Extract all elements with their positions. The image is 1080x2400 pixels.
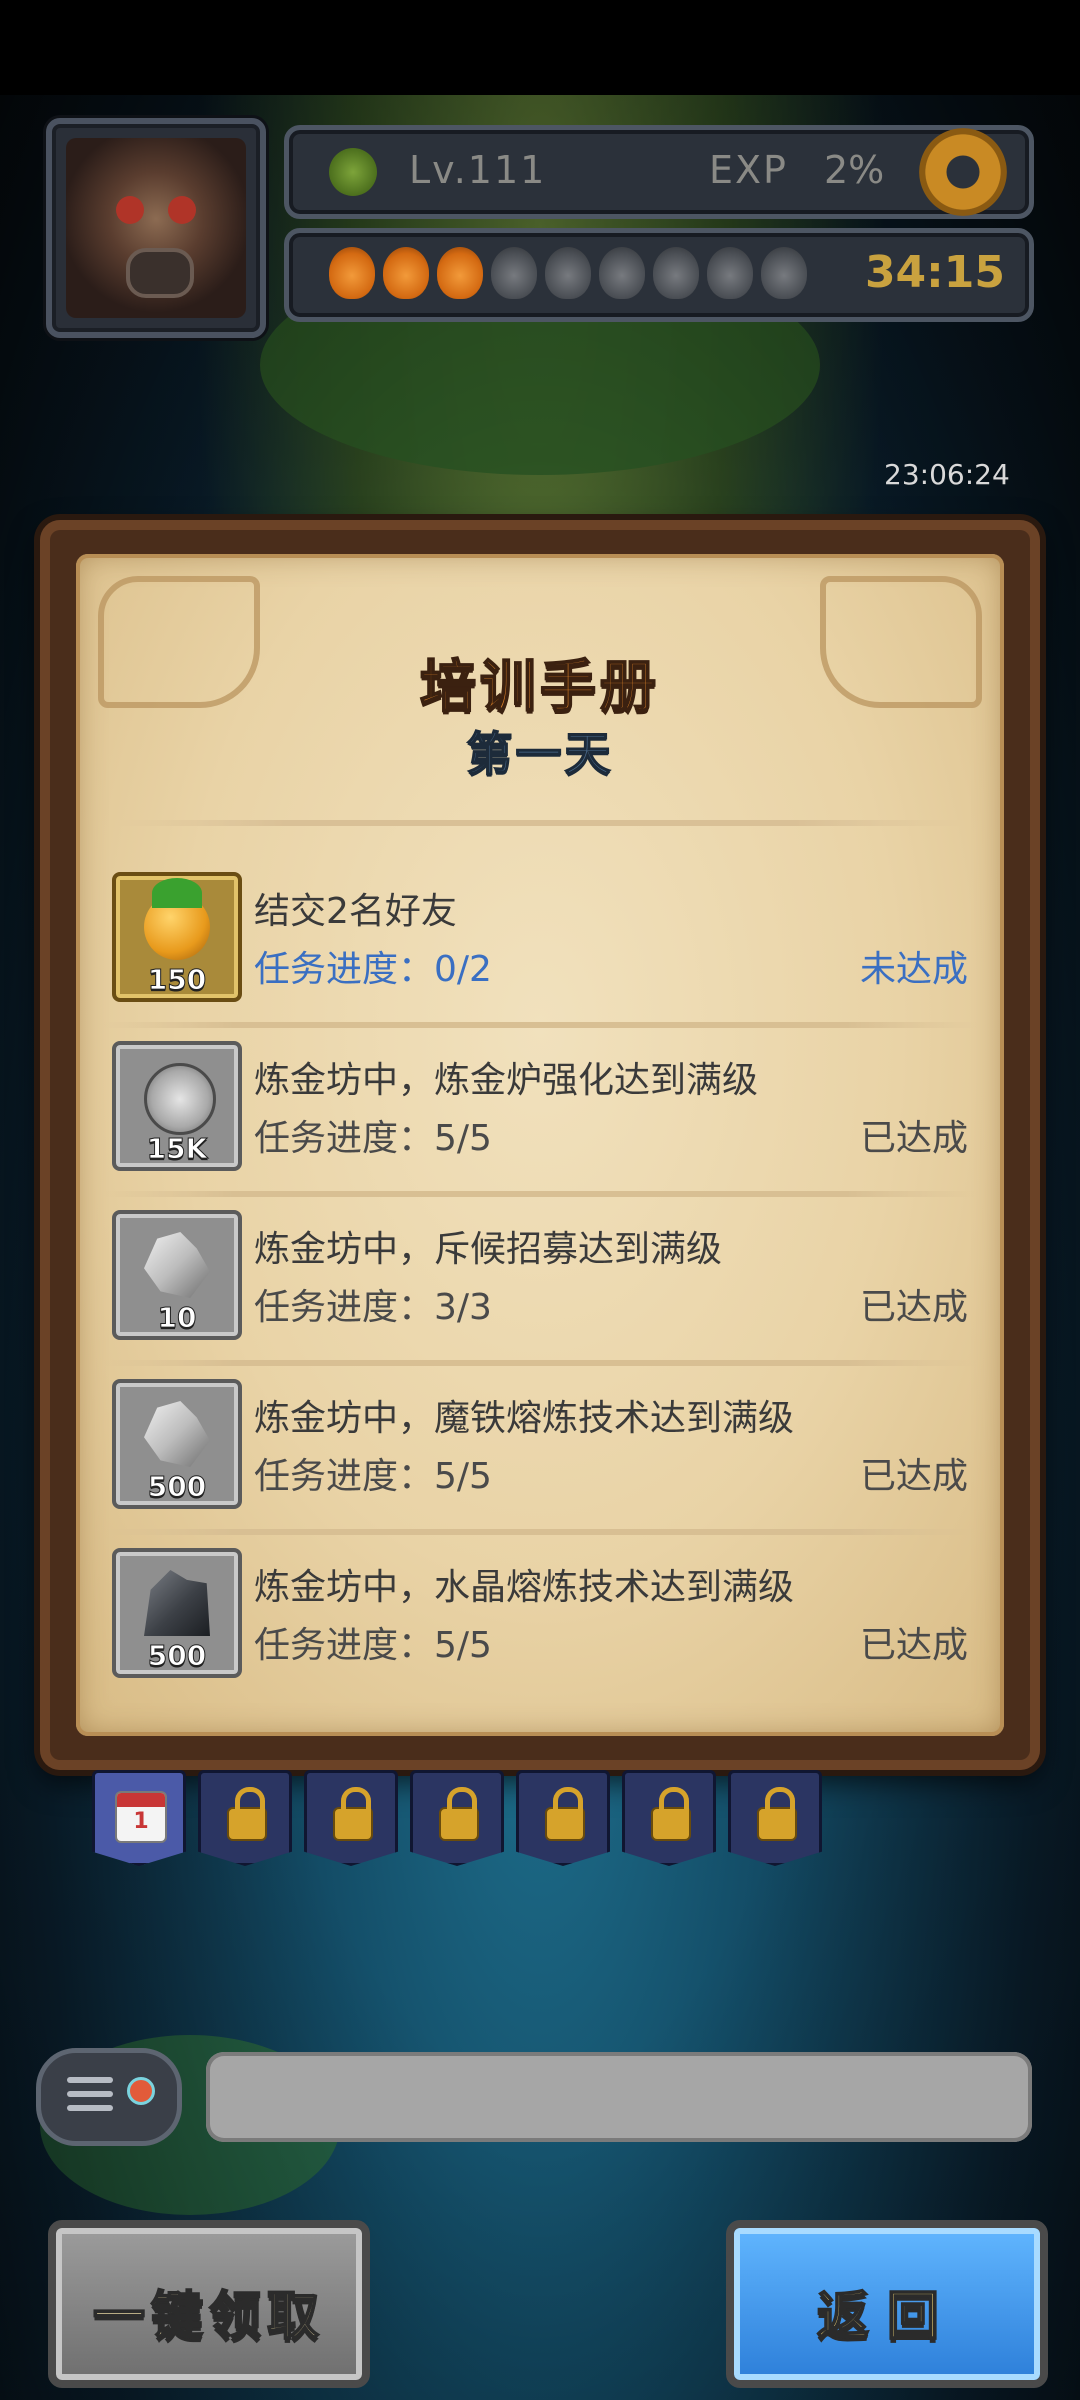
task-progress: 任务进度：5/5 bbox=[254, 1625, 492, 1666]
carrot-empty-icon bbox=[653, 247, 699, 299]
lock-icon bbox=[757, 1787, 797, 1841]
status-bar bbox=[0, 0, 1080, 95]
carrot-empty-icon bbox=[599, 247, 645, 299]
training-manual-dialog: 培训手册 第一天 150 结交2名好友 任务进度：0/2 未达成 15K 炼金坊… bbox=[40, 520, 1040, 1770]
carrot-empty-icon bbox=[545, 247, 591, 299]
task-status: 未达成 bbox=[859, 949, 968, 990]
task-row: 15K 炼金坊中，炼金炉强化达到满级 任务进度：5/5 已达成 bbox=[102, 1041, 978, 1197]
dialog-title: 培训手册 bbox=[419, 654, 660, 721]
golden-fruit-icon bbox=[144, 878, 210, 960]
reward-quantity: 15K bbox=[146, 1132, 208, 1166]
reward-quantity: 500 bbox=[147, 1470, 207, 1504]
chat-input-bar[interactable] bbox=[206, 2052, 1032, 2142]
carrot-full-icon bbox=[329, 247, 375, 299]
reward-quantity: 10 bbox=[157, 1301, 197, 1335]
task-status: 已达成 bbox=[859, 1287, 968, 1328]
level-text: Lv.111 bbox=[409, 148, 547, 192]
reward-quantity: 150 bbox=[147, 963, 207, 997]
day-tab-locked[interactable] bbox=[304, 1770, 398, 1866]
task-description: 炼金坊中，斥候招募达到满级 bbox=[254, 1229, 723, 1270]
dialog-subtitle: 第一天 bbox=[466, 726, 614, 782]
carrot-empty-icon bbox=[491, 247, 537, 299]
reward-slot[interactable]: 10 bbox=[112, 1210, 242, 1340]
energy-carrots bbox=[329, 247, 807, 299]
task-row: 150 结交2名好友 任务进度：0/2 未达成 bbox=[102, 872, 978, 1028]
back-label: 返回 bbox=[816, 2286, 957, 2348]
energy-bar: 34:15 bbox=[284, 228, 1034, 322]
reward-slot[interactable]: 15K bbox=[112, 1041, 242, 1171]
chat-button[interactable] bbox=[36, 2048, 182, 2146]
exp-label: EXP bbox=[709, 148, 788, 192]
chat-indicator-icon bbox=[127, 2077, 155, 2105]
day-tabs: 1 bbox=[92, 1770, 822, 1866]
lock-icon bbox=[651, 1787, 691, 1841]
task-status: 已达成 bbox=[859, 1456, 968, 1497]
task-row: 500 炼金坊中，水晶熔炼技术达到满级 任务进度：5/5 已达成 bbox=[112, 1548, 968, 1682]
task-description: 炼金坊中，水晶熔炼技术达到满级 bbox=[254, 1567, 795, 1608]
task-progress: 任务进度：5/5 bbox=[254, 1118, 492, 1159]
event-clock: 23:06:24 bbox=[884, 458, 1010, 491]
day-tab-locked[interactable] bbox=[410, 1770, 504, 1866]
task-description: 炼金坊中，炼金炉强化达到满级 bbox=[254, 1060, 759, 1101]
reward-quantity: 500 bbox=[147, 1639, 207, 1673]
carrot-empty-icon bbox=[761, 247, 807, 299]
crystal-ore-icon bbox=[144, 1401, 210, 1467]
reward-slot[interactable]: 150 bbox=[112, 872, 242, 1002]
lock-icon bbox=[545, 1787, 585, 1841]
energy-timer: 34:15 bbox=[864, 247, 1005, 298]
day-tab-locked[interactable] bbox=[622, 1770, 716, 1866]
task-progress: 任务进度：0/2 bbox=[254, 949, 492, 990]
day-tab-locked[interactable] bbox=[198, 1770, 292, 1866]
dark-iron-ore-icon bbox=[144, 1570, 210, 1636]
task-row: 10 炼金坊中，斥候招募达到满级 任务进度：3/3 已达成 bbox=[102, 1210, 978, 1366]
task-status: 已达成 bbox=[859, 1625, 968, 1666]
task-status: 已达成 bbox=[859, 1118, 968, 1159]
player-avatar[interactable] bbox=[66, 138, 246, 318]
claim-all-button[interactable]: 一键领取 bbox=[48, 2220, 370, 2388]
exp-value: 2% bbox=[824, 148, 885, 192]
task-progress: 任务进度：5/5 bbox=[254, 1456, 492, 1497]
silver-coin-icon bbox=[144, 1063, 216, 1135]
task-list: 150 结交2名好友 任务进度：0/2 未达成 15K 炼金坊中，炼金炉强化达到… bbox=[102, 872, 978, 1717]
silver-ore-icon bbox=[144, 1232, 210, 1298]
parchment-panel: 培训手册 第一天 150 结交2名好友 任务进度：0/2 未达成 15K 炼金坊… bbox=[76, 554, 1004, 1736]
back-button[interactable]: 返回 bbox=[726, 2220, 1048, 2388]
reward-slot[interactable]: 500 bbox=[112, 1548, 242, 1678]
task-description: 炼金坊中，魔铁熔炼技术达到满级 bbox=[254, 1398, 795, 1439]
task-description: 结交2名好友 bbox=[254, 891, 457, 932]
task-row: 500 炼金坊中，魔铁熔炼技术达到满级 任务进度：5/5 已达成 bbox=[102, 1379, 978, 1535]
title-divider bbox=[116, 820, 964, 826]
calendar-icon: 1 bbox=[115, 1791, 167, 1843]
player-avatar-frame[interactable] bbox=[46, 118, 266, 338]
claim-all-label: 一键领取 bbox=[92, 2286, 325, 2348]
level-bar: Lv.111 EXP 2% bbox=[284, 125, 1034, 219]
lock-icon bbox=[439, 1787, 479, 1841]
chat-icon bbox=[67, 2077, 113, 2083]
clover-icon bbox=[329, 148, 377, 196]
calendar-day-number: 1 bbox=[133, 1809, 149, 1834]
reward-slot[interactable]: 500 bbox=[112, 1379, 242, 1509]
lock-icon bbox=[227, 1787, 267, 1841]
lock-icon bbox=[333, 1787, 373, 1841]
day-tab-1[interactable]: 1 bbox=[92, 1770, 186, 1866]
day-tab-locked[interactable] bbox=[516, 1770, 610, 1866]
day-tab-locked[interactable] bbox=[728, 1770, 822, 1866]
carrot-full-icon bbox=[383, 247, 429, 299]
gear-icon[interactable] bbox=[919, 128, 1007, 216]
carrot-empty-icon bbox=[707, 247, 753, 299]
carrot-full-icon bbox=[437, 247, 483, 299]
task-progress: 任务进度：3/3 bbox=[254, 1287, 492, 1328]
